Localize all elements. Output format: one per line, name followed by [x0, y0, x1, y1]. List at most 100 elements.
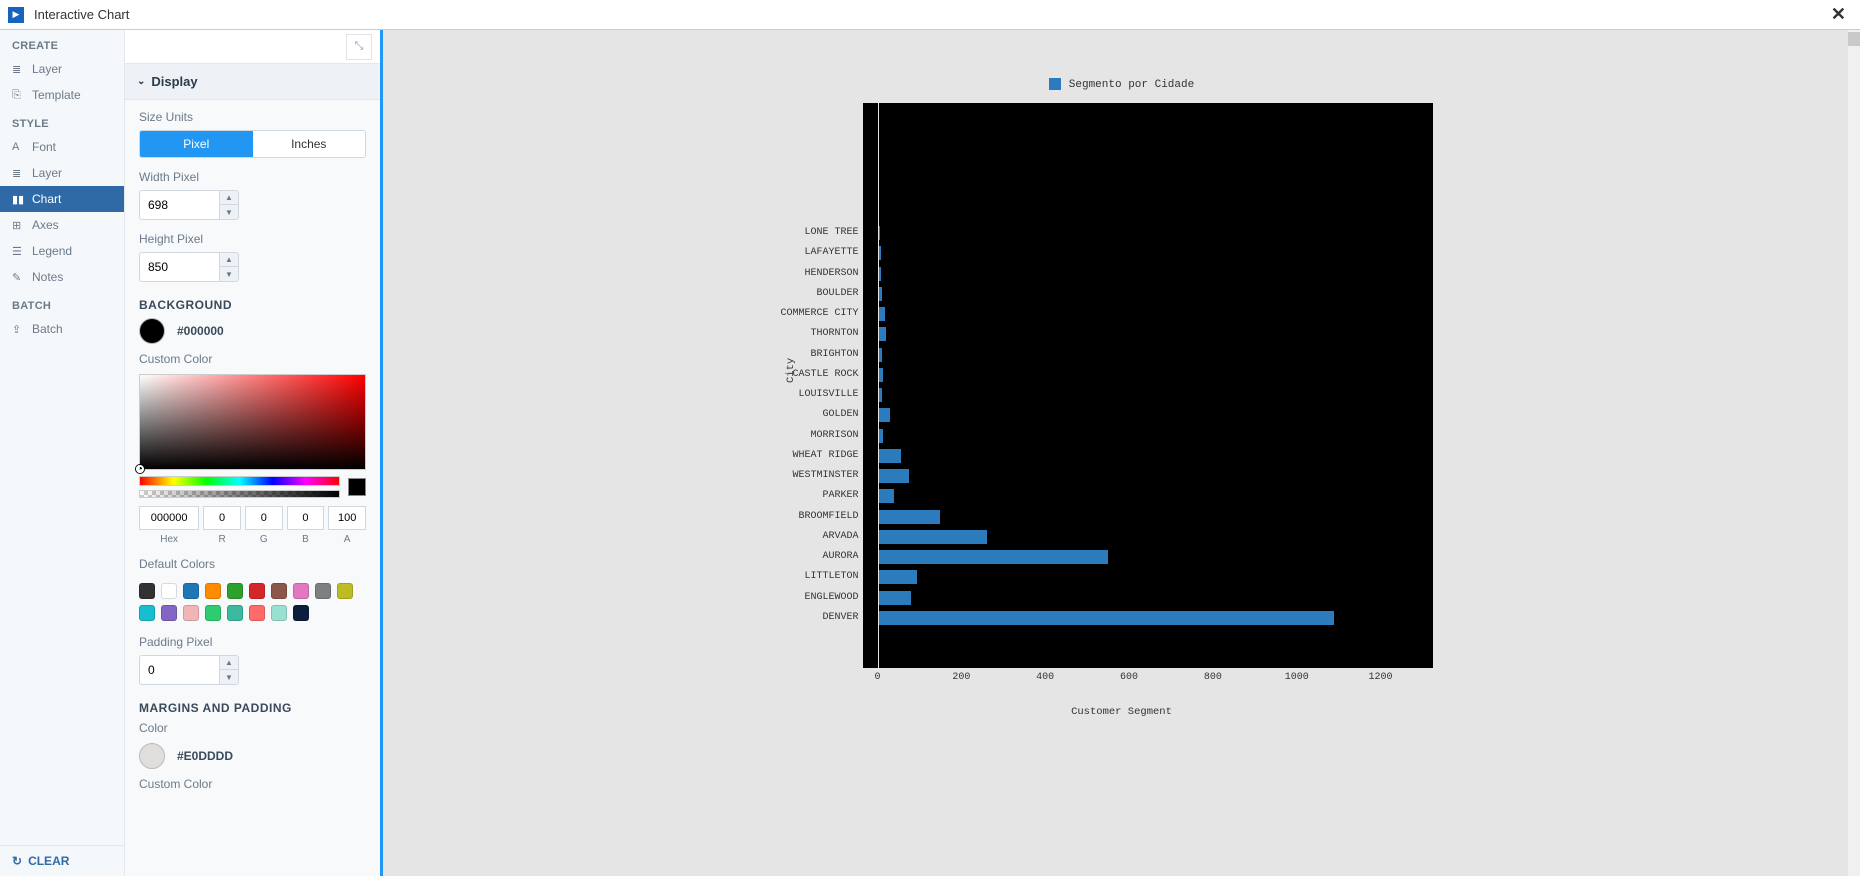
- y-tick-label: AURORA: [773, 551, 859, 562]
- height-input[interactable]: [139, 252, 219, 282]
- nav-item-template[interactable]: ⎘Template: [0, 82, 124, 108]
- legend-swatch: [1049, 78, 1061, 90]
- palette-swatch[interactable]: [139, 605, 155, 621]
- height-label: Height Pixel: [139, 232, 366, 246]
- legend-icon: ☰: [12, 245, 26, 258]
- spinner-down-icon[interactable]: ▼: [220, 267, 238, 281]
- palette-swatch[interactable]: [227, 605, 243, 621]
- x-axis-label: Customer Segment: [773, 706, 1471, 718]
- color-picker: Hex R G B A: [125, 374, 380, 545]
- palette-swatch[interactable]: [183, 605, 199, 621]
- custom-color-label: Custom Color: [139, 352, 366, 366]
- template-icon: ⎘: [12, 89, 26, 102]
- y-tick-label: BROOMFIELD: [773, 511, 859, 522]
- x-tick-labels: 020040060080010001200: [863, 668, 1433, 688]
- axes-icon: ⊞: [12, 219, 26, 232]
- y-tick-label: LITTLETON: [773, 571, 859, 582]
- plot-area: [863, 103, 1433, 668]
- palette-swatch[interactable]: [161, 605, 177, 621]
- g-input[interactable]: [245, 506, 283, 530]
- hue-slider[interactable]: [139, 476, 340, 486]
- x-tick-label: 1200: [1369, 672, 1393, 683]
- nav-item-legend[interactable]: ☰Legend: [0, 238, 124, 264]
- spinner-up-icon[interactable]: ▲: [220, 253, 238, 267]
- width-spinner: ▲▼: [219, 190, 239, 220]
- color-cursor[interactable]: [136, 465, 144, 473]
- chart-canvas: Segmento por Cidade City LONE TREELAFAYE…: [383, 30, 1860, 876]
- bar: [878, 611, 1335, 625]
- margins-color-label: Color: [139, 721, 366, 735]
- palette-swatch[interactable]: [293, 583, 309, 599]
- palette-swatch[interactable]: [271, 583, 287, 599]
- x-tick-label: 1000: [1285, 672, 1309, 683]
- size-units-label: Size Units: [139, 110, 366, 124]
- refresh-icon: ↻: [12, 854, 22, 868]
- y-tick-label: PARKER: [773, 490, 859, 501]
- palette-swatch[interactable]: [293, 605, 309, 621]
- r-input[interactable]: [203, 506, 241, 530]
- clear-button[interactable]: ↻CLEAR: [0, 845, 124, 876]
- spinner-up-icon[interactable]: ▲: [220, 191, 238, 205]
- a-input[interactable]: [328, 506, 366, 530]
- palette-swatch[interactable]: [205, 605, 221, 621]
- hex-input[interactable]: [139, 506, 199, 530]
- vertical-scrollbar[interactable]: [1848, 30, 1860, 876]
- x-tick-label: 600: [1120, 672, 1138, 683]
- nav-item-batch[interactable]: ⇪Batch: [0, 316, 124, 342]
- palette-swatch[interactable]: [139, 583, 155, 599]
- y-tick-label: ENGLEWOOD: [773, 592, 859, 603]
- palette-swatch[interactable]: [337, 583, 353, 599]
- y-tick-label: BRIGHTON: [773, 349, 859, 360]
- titlebar: ▶ Interactive Chart ✕: [0, 0, 1860, 30]
- left-nav: CREATE ≣Layer ⎘Template STYLE AFont ≣Lay…: [0, 30, 125, 876]
- palette-swatch[interactable]: [315, 583, 331, 599]
- nav-item-notes[interactable]: ✎Notes: [0, 264, 124, 290]
- size-units-pixel[interactable]: Pixel: [140, 131, 253, 157]
- margins-swatch[interactable]: [139, 743, 165, 769]
- y-tick-label: HENDERSON: [773, 268, 859, 279]
- palette-swatch[interactable]: [271, 605, 287, 621]
- palette-swatch[interactable]: [205, 583, 221, 599]
- accordion-display[interactable]: ⌄ Display: [125, 64, 380, 100]
- nav-item-layer-style[interactable]: ≣Layer: [0, 160, 124, 186]
- y-tick-label: COMMERCE CITY: [773, 308, 859, 319]
- palette-swatch[interactable]: [249, 605, 265, 621]
- legend-label: Segmento por Cidade: [1069, 79, 1194, 91]
- padding-spinner: ▲▼: [219, 655, 239, 685]
- bar: [878, 530, 987, 544]
- close-icon[interactable]: ✕: [1825, 4, 1852, 25]
- x-tick-label: 0: [874, 672, 880, 683]
- spinner-down-icon[interactable]: ▼: [220, 205, 238, 219]
- y-tick-label: WESTMINSTER: [773, 470, 859, 481]
- palette-swatch[interactable]: [249, 583, 265, 599]
- nav-item-axes[interactable]: ⊞Axes: [0, 212, 124, 238]
- batch-icon: ⇪: [12, 323, 26, 336]
- collapse-panel-button[interactable]: ⤡: [346, 34, 372, 60]
- width-input[interactable]: [139, 190, 219, 220]
- spinner-down-icon[interactable]: ▼: [220, 670, 238, 684]
- chevron-down-icon: ⌄: [137, 76, 145, 87]
- palette-swatch[interactable]: [227, 583, 243, 599]
- y-tick-labels: LONE TREELAFAYETTEHENDERSONBOULDERCOMMER…: [773, 103, 861, 668]
- spinner-up-icon[interactable]: ▲: [220, 656, 238, 670]
- size-units-inches[interactable]: Inches: [253, 131, 366, 157]
- padding-input[interactable]: [139, 655, 219, 685]
- palette-swatch[interactable]: [183, 583, 199, 599]
- nav-item-chart[interactable]: ▮▮Chart: [0, 186, 124, 212]
- palette-swatch[interactable]: [161, 583, 177, 599]
- y-tick-label: WHEAT RIDGE: [773, 450, 859, 461]
- padding-label: Padding Pixel: [139, 635, 366, 649]
- bar: [878, 327, 886, 341]
- nav-item-layer[interactable]: ≣Layer: [0, 56, 124, 82]
- bar: [878, 449, 901, 463]
- window-title: Interactive Chart: [34, 7, 129, 22]
- b-input[interactable]: [287, 506, 325, 530]
- y-tick-label: MORRISON: [773, 430, 859, 441]
- y-tick-label: GOLDEN: [773, 409, 859, 420]
- saturation-value-field[interactable]: [139, 374, 366, 470]
- background-swatch[interactable]: [139, 318, 165, 344]
- scrollbar-up-arrow[interactable]: [1848, 32, 1860, 46]
- nav-item-font[interactable]: AFont: [0, 134, 124, 160]
- notes-icon: ✎: [12, 271, 26, 284]
- alpha-slider[interactable]: [139, 490, 340, 498]
